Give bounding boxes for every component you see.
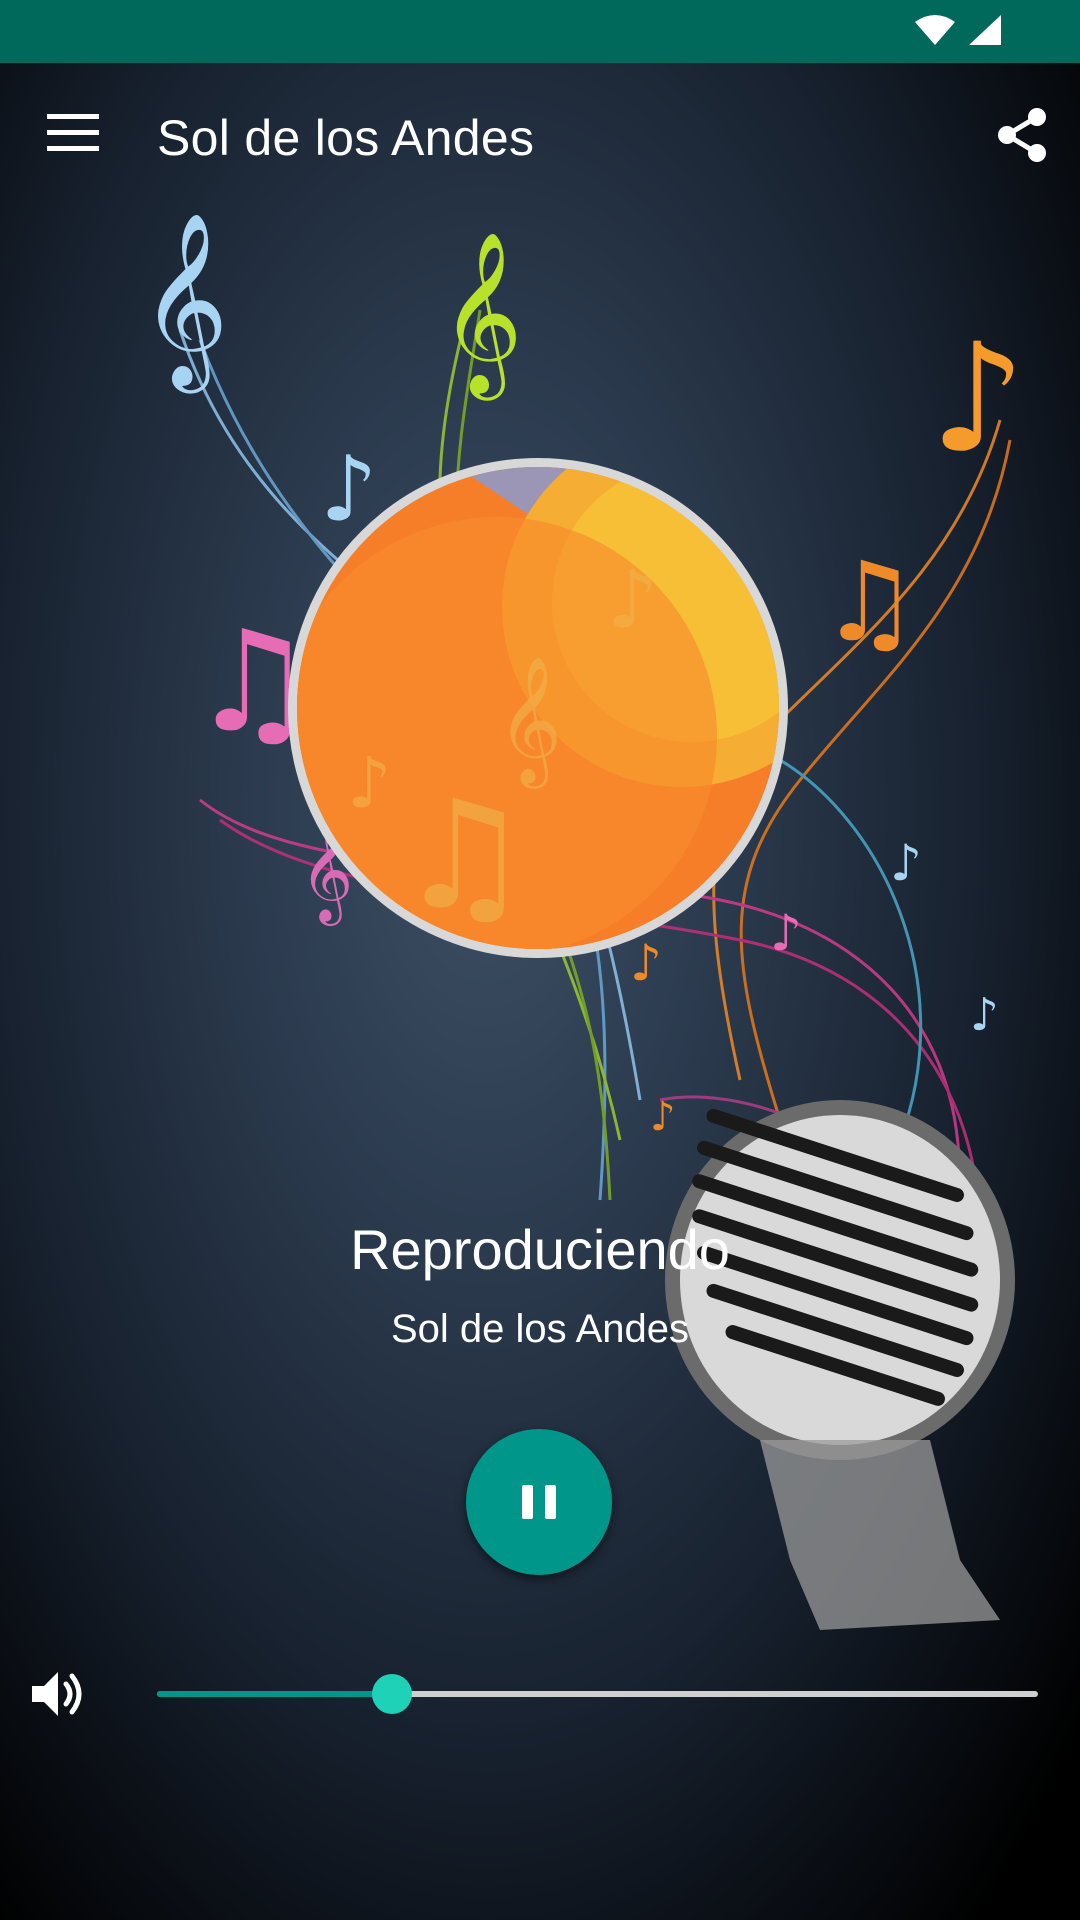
menu-button[interactable] [36, 101, 110, 165]
microphone-illustration [665, 1100, 1015, 1630]
menu-icon [47, 114, 99, 151]
svg-text:𝄞: 𝄞 [497, 655, 562, 789]
app-title: Sol de los Andes [157, 110, 535, 166]
station-name: Sol de los Andes [391, 1307, 689, 1351]
svg-text:♪: ♪ [650, 1094, 676, 1140]
volume-slider[interactable] [157, 1674, 1038, 1714]
svg-text:♫: ♫ [397, 769, 531, 943]
pause-icon [522, 1485, 556, 1519]
svg-text:♫: ♫ [820, 538, 919, 666]
status-bar [0, 0, 1080, 63]
svg-text:♪: ♪ [930, 312, 1026, 486]
svg-text:♪: ♪ [890, 834, 922, 892]
svg-text:♪: ♪ [630, 934, 662, 992]
volume-slider-fill [157, 1691, 393, 1697]
music-decoration: 𝄞 𝄞 ♪ ♫ ♫ ♪ 𝄞 ♪ ♪ ♪ ♪ ♪ [140, 212, 1026, 1630]
svg-text:♪: ♪ [970, 988, 999, 1041]
playback-status: Reproduciendo [350, 1218, 730, 1281]
volume-slider-thumb[interactable] [372, 1674, 413, 1714]
app-bar: Sol de los Andes [0, 63, 1080, 210]
share-button[interactable] [986, 99, 1058, 171]
svg-text:𝄞: 𝄞 [440, 231, 523, 401]
signal-icon [969, 15, 1001, 45]
svg-text:♪: ♪ [770, 904, 802, 962]
svg-text:𝄞: 𝄞 [140, 212, 229, 394]
station-cover: ♫ 𝄞 ♪ ♪ [288, 458, 788, 958]
svg-text:♪: ♪ [607, 553, 658, 646]
background-artwork: 𝄞 𝄞 ♪ ♫ ♫ ♪ 𝄞 ♪ ♪ ♪ ♪ ♪ [0, 63, 1080, 1920]
pause-button[interactable] [466, 1429, 612, 1575]
status-icons [914, 14, 1002, 46]
volume-icon[interactable] [28, 1664, 88, 1724]
svg-text:♪: ♪ [347, 742, 392, 824]
share-icon [998, 108, 1046, 162]
wifi-icon [915, 15, 955, 45]
cover-art: ♫ 𝄞 ♪ ♪ [297, 467, 779, 949]
